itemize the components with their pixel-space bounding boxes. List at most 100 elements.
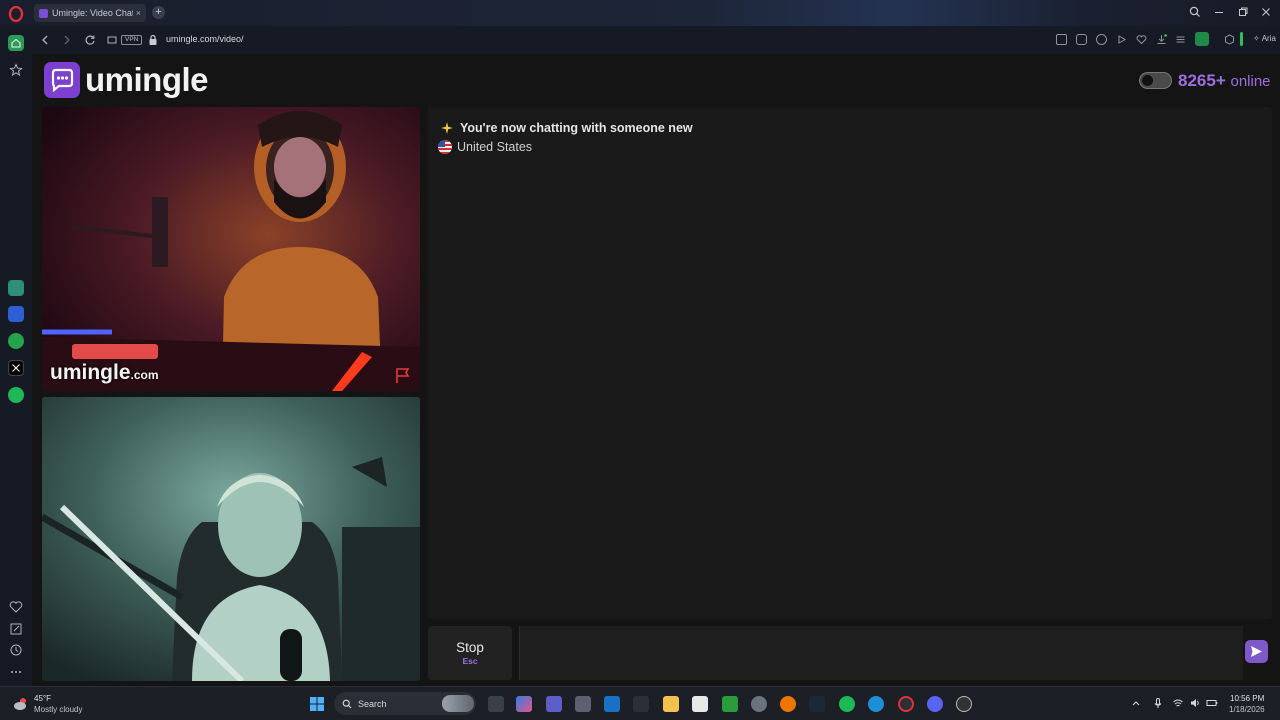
online-count: 8265+	[1178, 71, 1226, 90]
teams-icon[interactable]	[546, 696, 562, 712]
opera-sidebar	[0, 26, 32, 686]
more-icon[interactable]	[8, 664, 24, 680]
outlook-icon[interactable]	[604, 696, 620, 712]
back-icon[interactable]	[38, 33, 52, 47]
spotify-taskbar-icon[interactable]	[839, 696, 855, 712]
star-icon[interactable]	[8, 62, 24, 78]
heart-icon[interactable]	[1136, 34, 1147, 45]
opera-logo-icon[interactable]	[8, 6, 24, 22]
aria-sparkle-icon: ✧	[1253, 34, 1260, 43]
stranger-video: umingle.com	[42, 107, 420, 391]
taskbar-search-label: Search	[358, 698, 387, 709]
wifi-icon[interactable]	[1172, 697, 1184, 709]
extensions-cube-icon[interactable]	[1224, 34, 1235, 45]
umingle-favicon-icon	[39, 8, 48, 18]
discord-icon[interactable]	[927, 696, 943, 712]
taskbar-search-icon	[342, 699, 352, 708]
chat-system-message: You're now chatting with someone new	[440, 121, 693, 135]
edge-icon[interactable]	[868, 696, 884, 712]
settings-icon[interactable]	[751, 696, 767, 712]
theme-toggle[interactable]	[1139, 72, 1172, 89]
lock-icon[interactable]	[148, 34, 158, 46]
url-field[interactable]: umingle.com/video/	[166, 34, 244, 44]
store-icon[interactable]	[575, 696, 591, 712]
tray-chevron-up-icon[interactable]	[1130, 697, 1142, 709]
send-icon	[1251, 646, 1262, 657]
watermark-main: umingle	[50, 361, 131, 384]
weather-cloud-icon[interactable]	[12, 695, 30, 713]
snapshot-icon[interactable]	[105, 33, 119, 47]
sidebar-edit-icon[interactable]	[8, 621, 24, 637]
forward-icon[interactable]	[60, 33, 74, 47]
browser-tab[interactable]: Umingle: Video Chat ×	[34, 4, 146, 22]
browser-search-icon[interactable]	[1188, 5, 1202, 19]
messenger-icon[interactable]	[8, 306, 24, 322]
tab-close-icon[interactable]: ×	[136, 8, 141, 18]
status-bar-indicator	[1240, 32, 1243, 46]
tab-title: Umingle: Video Chat	[52, 8, 133, 18]
brand-name[interactable]: umingle	[85, 61, 209, 99]
report-flag-icon[interactable]	[394, 367, 412, 385]
volume-icon[interactable]	[1189, 697, 1201, 709]
toggle-knob	[1142, 75, 1153, 86]
vpn-badge[interactable]: VPN	[121, 35, 143, 45]
shield-icon[interactable]	[1096, 34, 1107, 45]
extension-c-icon[interactable]	[1195, 32, 1209, 46]
home-icon[interactable]	[8, 35, 24, 51]
task-view-icon[interactable]	[488, 696, 504, 712]
minimize-icon[interactable]	[1212, 5, 1226, 19]
restore-icon[interactable]	[1236, 5, 1250, 19]
self-video	[42, 397, 420, 681]
file-explorer-icon[interactable]	[663, 696, 679, 712]
send-button[interactable]	[1245, 640, 1268, 663]
windows-taskbar: 45°F Mostly cloudy Search 10:56 PM 1/18/…	[0, 686, 1280, 720]
sparkle-icon	[440, 121, 454, 135]
xbox-icon[interactable]	[722, 696, 738, 712]
opera-taskbar-icon[interactable]	[898, 696, 914, 712]
close-window-icon[interactable]	[1259, 5, 1273, 19]
copilot-icon[interactable]	[516, 696, 532, 712]
aria-label: Aria	[1261, 34, 1276, 43]
obs-icon[interactable]	[956, 696, 972, 712]
watermark-suffix: .com	[130, 368, 159, 382]
x-twitter-icon[interactable]	[8, 360, 24, 376]
whatsapp-icon[interactable]	[8, 333, 24, 349]
umingle-page: umingle 8265+ online umingle.com You're …	[32, 54, 1280, 686]
weather-condition[interactable]: Mostly cloudy	[34, 705, 82, 714]
sidebar-heart-icon[interactable]	[8, 599, 24, 615]
online-label: online	[1230, 73, 1271, 90]
online-counter: 8265+ online	[1178, 71, 1271, 91]
search-highlight-image	[442, 695, 474, 712]
stop-button[interactable]: Stop Esc	[428, 626, 512, 680]
new-tab-button[interactable]: +	[152, 6, 165, 19]
taskbar-search[interactable]: Search	[334, 692, 476, 715]
country-name: United States	[457, 140, 533, 154]
clock-time[interactable]: 10:56 PM	[1230, 694, 1264, 703]
windows-start-icon[interactable]	[309, 696, 325, 712]
reload-icon[interactable]	[83, 33, 97, 47]
weather-temperature[interactable]: 45°F	[34, 694, 51, 703]
chat-message-text: You're now chatting with someone new	[460, 121, 693, 135]
clock-date[interactable]: 1/18/2026	[1229, 705, 1265, 714]
menu-icon[interactable]	[1175, 34, 1186, 45]
umingle-logo-icon[interactable]	[44, 62, 80, 98]
download-icon[interactable]	[1156, 34, 1167, 45]
us-flag-icon	[438, 140, 452, 154]
history-icon[interactable]	[8, 642, 24, 658]
self-video-frame	[42, 397, 420, 681]
battery-icon[interactable]	[1206, 697, 1218, 709]
notepad-icon[interactable]	[692, 696, 708, 712]
blender-icon[interactable]	[780, 696, 796, 712]
steam-icon[interactable]	[809, 696, 825, 712]
play-icon[interactable]	[1116, 34, 1127, 45]
edit-icon[interactable]	[1056, 34, 1067, 45]
aria-button[interactable]: ✧ Aria	[1253, 34, 1276, 43]
camera-icon[interactable]	[1076, 34, 1087, 45]
stop-label: Stop	[456, 640, 484, 655]
message-input[interactable]	[519, 626, 1243, 680]
chatgpt-icon[interactable]	[8, 280, 24, 296]
stranger-video-frame	[42, 107, 420, 391]
microphone-icon[interactable]	[1152, 697, 1164, 709]
steam-store-icon[interactable]	[633, 696, 649, 712]
spotify-icon[interactable]	[8, 387, 24, 403]
